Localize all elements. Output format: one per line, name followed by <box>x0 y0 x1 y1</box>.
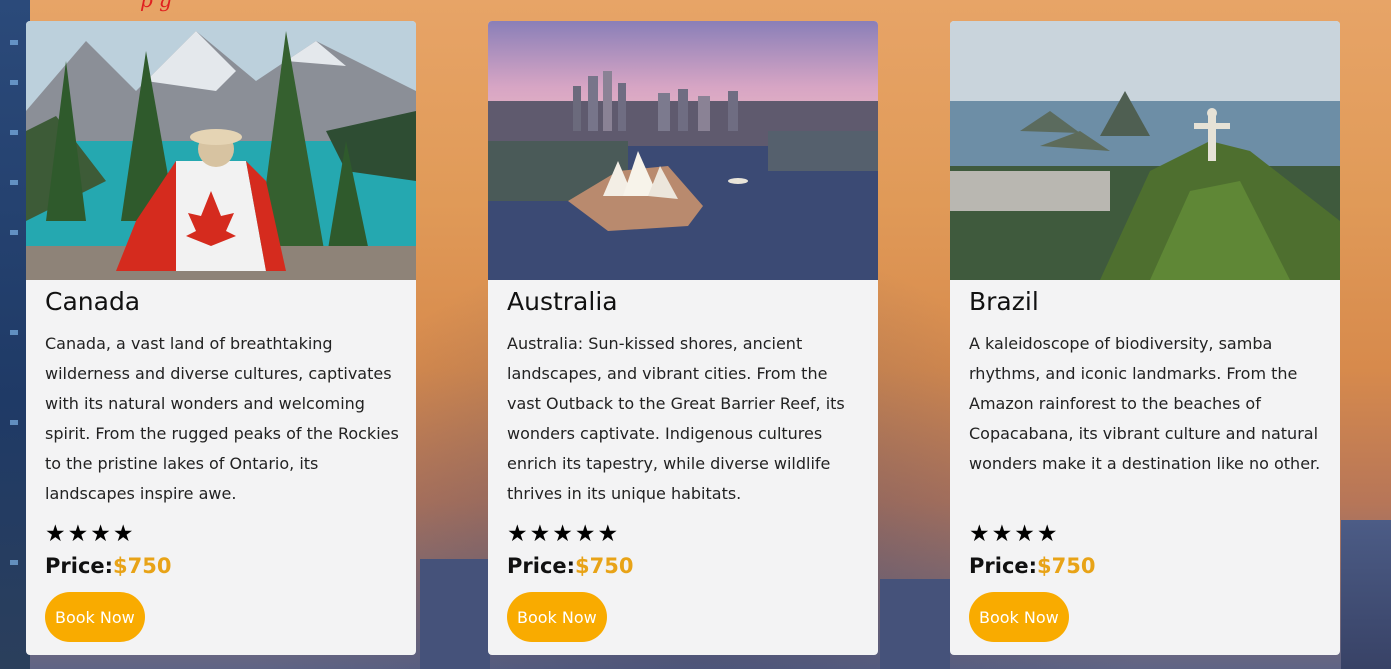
background-building <box>420 559 490 669</box>
price: Price:$750 <box>45 554 172 578</box>
price-label: Price: <box>45 554 114 578</box>
header-fragment: p g <box>140 0 172 12</box>
card-title: Australia <box>507 287 618 316</box>
destination-card-canada: Canada Canada, a vast land of breathtaki… <box>26 21 416 655</box>
destination-card-australia: Australia Australia: Sun-kissed shores, … <box>488 21 878 655</box>
background-building-right <box>1341 520 1391 669</box>
price: Price:$750 <box>969 554 1096 578</box>
card-description: Australia: Sun-kissed shores, ancient la… <box>507 334 845 503</box>
destination-card-brazil: Brazil A kaleidoscope of biodiversity, s… <box>950 21 1340 655</box>
price: Price:$750 <box>507 554 634 578</box>
price-value: $750 <box>113 554 172 578</box>
card-title: Canada <box>45 287 141 316</box>
card-description: Canada, a vast land of breathtaking wild… <box>45 334 399 503</box>
canada-photo <box>26 21 416 280</box>
background-building <box>880 579 950 669</box>
australia-photo <box>488 21 878 280</box>
star-rating: ★★★★ <box>45 521 136 547</box>
book-now-button[interactable]: Book Now <box>507 592 607 642</box>
star-rating: ★★★★★ <box>507 521 621 547</box>
book-now-button[interactable]: Book Now <box>45 592 145 642</box>
price-label: Price: <box>969 554 1038 578</box>
star-rating: ★★★★ <box>969 521 1060 547</box>
price-value: $750 <box>575 554 634 578</box>
book-now-button[interactable]: Book Now <box>969 592 1069 642</box>
price-value: $750 <box>1037 554 1096 578</box>
price-label: Price: <box>507 554 576 578</box>
brazil-photo <box>950 21 1340 280</box>
card-title: Brazil <box>969 287 1039 316</box>
card-description: A kaleidoscope of biodiversity, samba rh… <box>969 334 1321 473</box>
